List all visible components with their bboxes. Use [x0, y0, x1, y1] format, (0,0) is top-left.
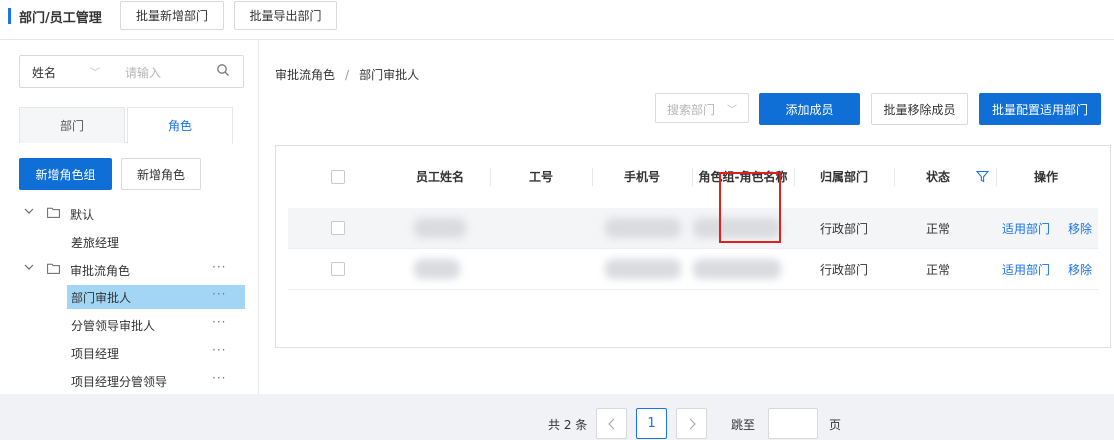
apply-dept-link[interactable]: 适用部门: [998, 208, 1054, 249]
main-panel: 审批流角色 / 部门审批人 搜索部门 ﹀ 添加成员 批量移除成员 批量配置适用部门 …: [258, 40, 1114, 439]
col-name: 员工姓名: [415, 170, 464, 184]
pagination-total: 共 2 条: [548, 418, 588, 432]
title-accent: [8, 8, 11, 24]
breadcrumb-separator: /: [345, 68, 350, 82]
more-icon[interactable]: ···: [212, 343, 226, 357]
cell-status: 正常: [925, 222, 950, 236]
add-member-button[interactable]: 添加成员: [759, 93, 860, 125]
table-row: 行政部门 正常 适用部门 移除: [288, 249, 1098, 290]
tree-group-default[interactable]: 默认: [0, 202, 258, 226]
batch-add-dept-button[interactable]: 批量新增部门: [120, 1, 224, 30]
batch-remove-button[interactable]: 批量移除成员: [871, 93, 968, 125]
batch-config-dept-button[interactable]: 批量配置适用部门: [979, 93, 1101, 125]
tree-label: 默认: [70, 208, 95, 222]
col-phone: 手机号: [623, 170, 660, 184]
top-bar: 部门/员工管理 批量新增部门 批量导出部门: [0, 0, 1114, 40]
cell-dept: 行政部门: [819, 263, 868, 277]
column-divider: [692, 168, 693, 186]
tab-department[interactable]: 部门: [19, 107, 125, 143]
search-input[interactable]: 请输入: [125, 64, 161, 81]
apply-dept-link[interactable]: 适用部门: [998, 249, 1054, 290]
highlight-annotation: [719, 172, 781, 243]
chevron-left-icon: [607, 418, 614, 429]
left-tabs: 部门 角色: [19, 107, 233, 144]
remove-link[interactable]: 移除: [1064, 208, 1096, 249]
tree-item-leader-approver[interactable]: 分管领导审批人 ···: [0, 313, 258, 337]
table-row: 行政部门 正常 适用部门 移除: [288, 208, 1098, 249]
col-status: 状态: [925, 170, 950, 184]
page-unit-label: 页: [829, 418, 842, 432]
breadcrumb-item[interactable]: 审批流角色: [275, 68, 335, 82]
batch-export-dept-button[interactable]: 批量导出部门: [234, 1, 337, 30]
tree-label: 差旅经理: [71, 236, 120, 250]
filter-icon[interactable]: [976, 170, 989, 183]
add-role-button[interactable]: 新增角色: [121, 158, 201, 190]
member-table: 员工姓名 工号 手机号 角色组-角色名称 归属部门 状态 操作 行政部门 正常 …: [275, 145, 1111, 439]
row-checkbox[interactable]: [331, 221, 345, 235]
folder-icon: [47, 207, 60, 218]
folder-icon: [47, 263, 60, 274]
redacted-name: [414, 218, 466, 238]
col-actions: 操作: [1033, 170, 1058, 184]
tree-label: 分管领导审批人: [71, 319, 156, 333]
cell-status: 正常: [925, 263, 950, 277]
table-header: 员工姓名 工号 手机号 角色组-角色名称 归属部门 状态 操作: [276, 146, 1110, 208]
chevron-down-icon[interactable]: ﹀: [727, 101, 737, 116]
tree-item-project-manager[interactable]: 项目经理 ···: [0, 341, 258, 365]
more-icon[interactable]: ···: [212, 287, 226, 301]
dept-search-placeholder: 搜索部门: [667, 103, 716, 117]
page-number-button[interactable]: 1: [636, 408, 667, 439]
more-icon[interactable]: ···: [212, 315, 226, 329]
row-checkbox[interactable]: [331, 262, 345, 276]
tree-item-dept-approver[interactable]: 部门审批人 ···: [0, 285, 258, 309]
chevron-down-icon[interactable]: ﹀: [90, 64, 100, 79]
tree-label: 审批流角色: [70, 264, 131, 278]
search-box[interactable]: 姓名 ﹀ 请输入: [19, 55, 244, 88]
tree-label: 部门审批人: [71, 291, 132, 305]
add-role-group-button[interactable]: 新增角色组: [19, 158, 112, 190]
search-field-select[interactable]: 姓名: [32, 64, 56, 81]
jump-page-input[interactable]: [768, 408, 818, 439]
breadcrumb-current: 部门审批人: [359, 68, 420, 82]
redacted-role: [693, 259, 781, 279]
page-title: 部门/员工管理: [19, 11, 102, 26]
prev-page-button[interactable]: [596, 408, 627, 439]
tree-label: 项目经理: [71, 347, 120, 361]
col-employee-id: 工号: [528, 170, 553, 184]
chevron-down-icon[interactable]: [24, 262, 34, 272]
chevron-right-icon: [689, 418, 696, 429]
more-icon[interactable]: ···: [212, 371, 226, 385]
jump-label: 跳至: [731, 418, 756, 432]
cell-dept: 行政部门: [819, 222, 868, 236]
more-icon[interactable]: ···: [212, 260, 226, 274]
tree-item-travel-manager[interactable]: 差旅经理: [0, 230, 258, 254]
tree-label: 项目经理分管领导: [71, 375, 168, 389]
redacted-phone: [605, 218, 681, 238]
search-icon[interactable]: [216, 63, 230, 77]
breadcrumb: 审批流角色 / 部门审批人: [275, 66, 419, 83]
left-panel: 姓名 ﹀ 请输入 部门 角色 新增角色组 新增角色 默认 差旅经理 审批流角色 …: [0, 40, 258, 394]
tree-group-approval-roles[interactable]: 审批流角色 ···: [0, 258, 258, 282]
redacted-name: [414, 259, 460, 279]
dept-search-select[interactable]: 搜索部门 ﹀: [655, 93, 749, 123]
chevron-down-icon[interactable]: [24, 206, 34, 216]
remove-link[interactable]: 移除: [1064, 249, 1096, 290]
tree-item-pm-leader[interactable]: 项目经理分管领导 ···: [0, 369, 258, 393]
next-page-button[interactable]: [676, 408, 707, 439]
redacted-phone: [605, 259, 681, 279]
pagination: 共 2 条 1 跳至 页: [548, 408, 848, 440]
col-dept: 归属部门: [819, 170, 868, 184]
select-all-checkbox[interactable]: [331, 170, 345, 184]
tab-role[interactable]: 角色: [127, 107, 233, 144]
